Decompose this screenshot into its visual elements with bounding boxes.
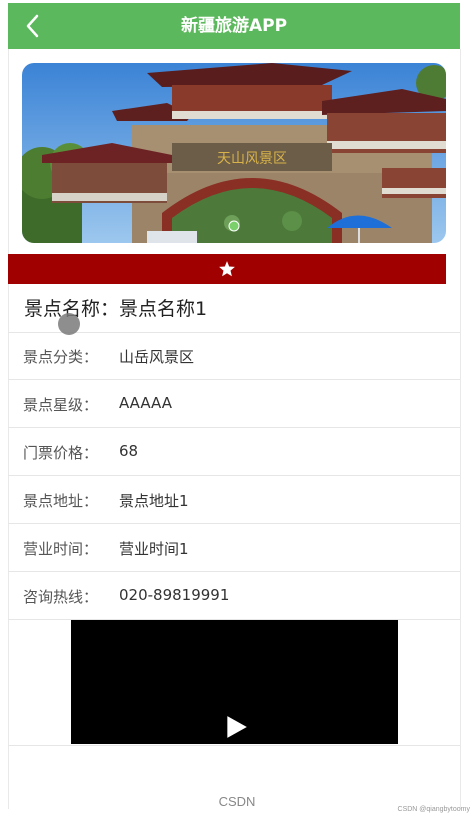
detail-label: 景点星级： [23,396,99,414]
detail-value: 山岳风景区 [119,348,195,366]
detail-value: 营业时间1 [119,540,189,558]
detail-label: 营业时间： [23,540,99,558]
detail-value[interactable]: 020-89819991 [119,586,229,604]
detail-row-category: 景点分类： 山岳风景区 [8,332,460,380]
watermark-right: CSDN @qiangbytoomy [397,806,470,813]
gate-illustration: 天山风景区 [22,63,446,243]
detail-row-hotline: 咨询热线： 020-89819991 [8,572,460,620]
detail-value: 68 [119,442,139,460]
detail-row-hours: 营业时间： 营业时间1 [8,524,460,572]
detail-label: 景点地址： [23,492,99,510]
detail-label: 咨询热线： [23,588,99,606]
detail-value: AAAAA [119,394,172,412]
detail-value: 景点地址1 [119,492,189,510]
spot-name: 景点名称：景点名称1 [24,294,207,321]
detail-row-address: 景点地址： 景点地址1 [8,476,460,524]
detail-row-price: 门票价格： 68 [8,428,460,476]
detail-label: 门票价格： [23,444,99,462]
header-bar: 新疆旅游APP [8,3,460,49]
play-icon[interactable] [223,714,249,740]
right-border [460,49,461,809]
detail-label: 景点分类： [23,348,99,366]
star-icon [219,261,235,277]
gate-sign-text: 天山风景区 [217,151,287,167]
detail-row-rating: 景点星级： AAAAA [8,380,460,428]
scenic-photo: 天山风景区 [22,63,446,243]
divider [8,745,460,746]
video-player[interactable] [71,620,398,744]
spot-name-value: 景点名称1 [119,298,208,320]
favorite-bar[interactable] [8,254,446,284]
app-screen: 新疆旅游APP 天山风景区 景点名称：景点名称1 景点分类： 山岳风景区 景点星… [0,0,474,820]
app-title: 新疆旅游APP [180,16,288,36]
